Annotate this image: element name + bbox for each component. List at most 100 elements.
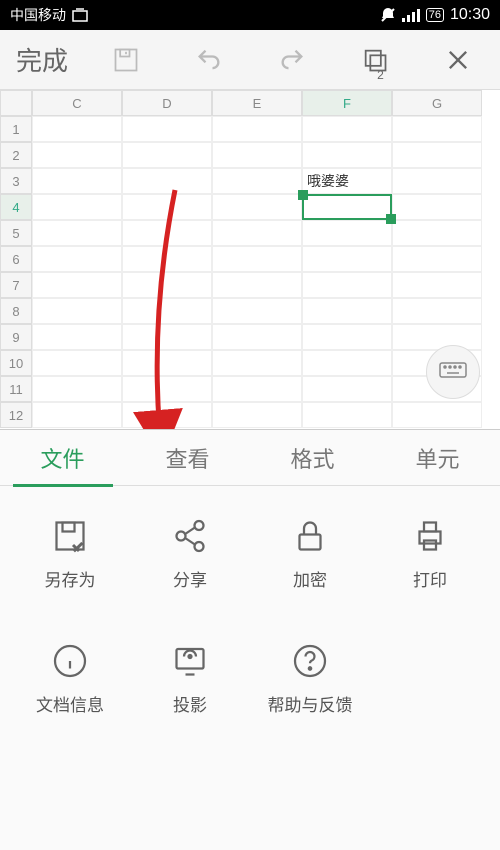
- cell-D11[interactable]: [122, 376, 212, 402]
- cell-G12[interactable]: [392, 402, 482, 428]
- action-help[interactable]: 帮助与反馈: [250, 641, 370, 716]
- cell-D9[interactable]: [122, 324, 212, 350]
- cell-G4[interactable]: [392, 194, 482, 220]
- cell-F1[interactable]: [302, 116, 392, 142]
- row-header-8[interactable]: 8: [0, 298, 32, 324]
- cell-F5[interactable]: [302, 220, 392, 246]
- row-header-1[interactable]: 1: [0, 116, 32, 142]
- row-header-3[interactable]: 3: [0, 168, 32, 194]
- col-header-G[interactable]: G: [392, 90, 482, 116]
- col-header-F[interactable]: F: [302, 90, 392, 116]
- keyboard-float-button[interactable]: [426, 345, 480, 399]
- cell-D4[interactable]: [122, 194, 212, 220]
- cell-D7[interactable]: [122, 272, 212, 298]
- row-header-10[interactable]: 10: [0, 350, 32, 376]
- row-header-2[interactable]: 2: [0, 142, 32, 168]
- action-doc-info[interactable]: 文档信息: [10, 641, 130, 716]
- print-icon: [410, 516, 450, 556]
- cell-G6[interactable]: [392, 246, 482, 272]
- cell-E7[interactable]: [212, 272, 302, 298]
- tab-查看[interactable]: 查看: [125, 430, 250, 486]
- cell-G9[interactable]: [392, 324, 482, 350]
- col-header-D[interactable]: D: [122, 90, 212, 116]
- cell-C7[interactable]: [32, 272, 122, 298]
- cell-C1[interactable]: [32, 116, 122, 142]
- action-encrypt[interactable]: 加密: [250, 516, 370, 591]
- clock-text: 10:30: [450, 6, 490, 24]
- cell-G1[interactable]: [392, 116, 482, 142]
- cell-G5[interactable]: [392, 220, 482, 246]
- cell-E11[interactable]: [212, 376, 302, 402]
- cell-G2[interactable]: [392, 142, 482, 168]
- row-header-4[interactable]: 4: [0, 194, 32, 220]
- cell-E3[interactable]: [212, 168, 302, 194]
- row-header-12[interactable]: 12: [0, 402, 32, 428]
- cell-E9[interactable]: [212, 324, 302, 350]
- cell-F8[interactable]: [302, 298, 392, 324]
- selection-box[interactable]: [302, 194, 392, 220]
- cell-F11[interactable]: [302, 376, 392, 402]
- cell-F3[interactable]: 哦婆婆: [302, 168, 392, 194]
- tab-文件[interactable]: 文件: [0, 430, 125, 486]
- cell-C8[interactable]: [32, 298, 122, 324]
- cell-D2[interactable]: [122, 142, 212, 168]
- cell-C2[interactable]: [32, 142, 122, 168]
- row-header-5[interactable]: 5: [0, 220, 32, 246]
- col-header-C[interactable]: C: [32, 90, 122, 116]
- cell-E1[interactable]: [212, 116, 302, 142]
- redo-icon[interactable]: [250, 46, 333, 74]
- cell-G7[interactable]: [392, 272, 482, 298]
- cell-C4[interactable]: [32, 194, 122, 220]
- cell-F9[interactable]: [302, 324, 392, 350]
- file-panel: 另存为 分享 加密 打印 文档信息 投影 帮助与反馈: [0, 486, 500, 850]
- cell-C5[interactable]: [32, 220, 122, 246]
- cell-F6[interactable]: [302, 246, 392, 272]
- cell-C11[interactable]: [32, 376, 122, 402]
- tab-单元[interactable]: 单元: [375, 430, 500, 486]
- cell-F12[interactable]: [302, 402, 392, 428]
- cell-D1[interactable]: [122, 116, 212, 142]
- spreadsheet-area[interactable]: CDEFG123哦婆婆456789101112: [0, 90, 500, 430]
- action-print[interactable]: 打印: [370, 516, 490, 591]
- share-icon: [170, 516, 210, 556]
- cell-D8[interactable]: [122, 298, 212, 324]
- col-header-E[interactable]: E: [212, 90, 302, 116]
- cell-E2[interactable]: [212, 142, 302, 168]
- row-header-9[interactable]: 9: [0, 324, 32, 350]
- cell-E5[interactable]: [212, 220, 302, 246]
- cell-E12[interactable]: [212, 402, 302, 428]
- cell-C6[interactable]: [32, 246, 122, 272]
- action-save-as[interactable]: 另存为: [10, 516, 130, 591]
- carrier-text: 中国移动: [10, 5, 66, 25]
- close-icon[interactable]: [417, 46, 500, 74]
- row-header-11[interactable]: 11: [0, 376, 32, 402]
- cell-C12[interactable]: [32, 402, 122, 428]
- cell-D10[interactable]: [122, 350, 212, 376]
- cell-E8[interactable]: [212, 298, 302, 324]
- cell-C10[interactable]: [32, 350, 122, 376]
- save-icon[interactable]: [84, 46, 167, 74]
- tab-格式[interactable]: 格式: [250, 430, 375, 486]
- corner-cell[interactable]: [0, 90, 32, 116]
- cell-E4[interactable]: [212, 194, 302, 220]
- cell-D6[interactable]: [122, 246, 212, 272]
- cell-F2[interactable]: [302, 142, 392, 168]
- cell-F10[interactable]: [302, 350, 392, 376]
- action-share[interactable]: 分享: [130, 516, 250, 591]
- cell-C3[interactable]: [32, 168, 122, 194]
- row-header-7[interactable]: 7: [0, 272, 32, 298]
- row-header-6[interactable]: 6: [0, 246, 32, 272]
- cell-G3[interactable]: [392, 168, 482, 194]
- cell-C9[interactable]: [32, 324, 122, 350]
- cell-F7[interactable]: [302, 272, 392, 298]
- done-button[interactable]: 完成: [0, 41, 84, 78]
- cell-D5[interactable]: [122, 220, 212, 246]
- copy-stack-icon[interactable]: 2: [334, 46, 417, 74]
- cell-E10[interactable]: [212, 350, 302, 376]
- cell-G8[interactable]: [392, 298, 482, 324]
- action-cast[interactable]: 投影: [130, 641, 250, 716]
- cell-E6[interactable]: [212, 246, 302, 272]
- cell-D3[interactable]: [122, 168, 212, 194]
- cell-D12[interactable]: [122, 402, 212, 428]
- undo-icon[interactable]: [167, 46, 250, 74]
